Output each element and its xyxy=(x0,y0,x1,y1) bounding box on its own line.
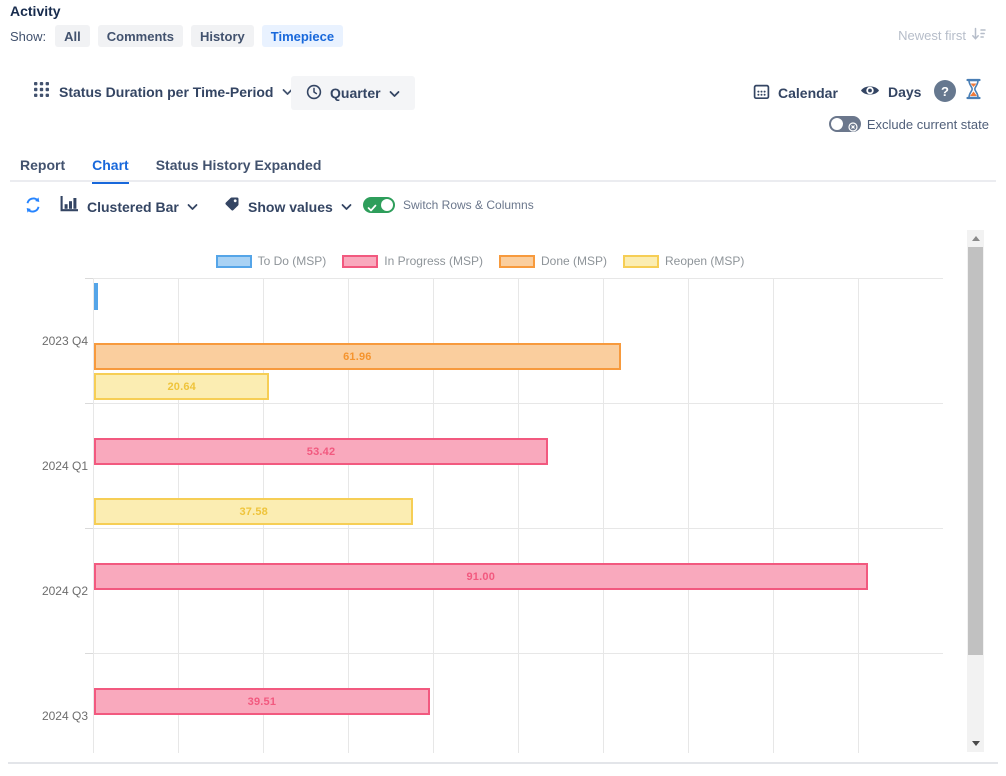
report-type-dropdown[interactable]: Status Duration per Time-Period xyxy=(33,81,293,103)
chart-controls: Clustered Bar Show values xyxy=(0,194,1006,220)
eye-icon xyxy=(860,83,880,101)
y-axis-label: 2024 Q1 xyxy=(28,459,88,473)
y-axis-label: 2023 Q4 xyxy=(28,334,88,348)
legend-label: Reopen (MSP) xyxy=(665,254,744,268)
cross-icon xyxy=(848,119,858,137)
exclude-current-state-label: Exclude current state xyxy=(867,117,989,132)
gridline-vertical xyxy=(688,278,689,753)
show-values-dropdown[interactable]: Show values xyxy=(224,196,352,217)
page-title: Activity xyxy=(10,3,61,19)
check-icon xyxy=(367,200,377,218)
bar-value-label: 53.42 xyxy=(307,446,336,458)
legend-swatch xyxy=(216,255,252,268)
sort-order-label: Newest first xyxy=(898,28,966,43)
bar-in-progress-msp-[interactable]: 53.42 xyxy=(94,438,548,465)
bar-to-do-msp-[interactable] xyxy=(94,283,98,310)
bar-chart-icon xyxy=(60,196,79,217)
filter-history-button[interactable]: History xyxy=(191,25,254,47)
gridline-horizontal xyxy=(93,278,943,279)
bar-value-label: 20.64 xyxy=(167,381,196,393)
chevron-down-icon xyxy=(341,198,352,216)
report-type-label: Status Duration per Time-Period xyxy=(59,84,273,100)
chart-type-dropdown[interactable]: Clustered Bar xyxy=(60,196,198,217)
scrollbar-thumb[interactable] xyxy=(968,247,983,655)
legend-item[interactable]: To Do (MSP) xyxy=(216,254,327,268)
bar-reopen-msp-[interactable]: 37.58 xyxy=(94,498,413,525)
bar-value-label: 61.96 xyxy=(343,351,372,363)
help-icon[interactable]: ? xyxy=(934,80,956,102)
gridline-horizontal xyxy=(93,653,943,654)
calendar-label: Calendar xyxy=(778,85,838,101)
exclude-current-state-control: Exclude current state xyxy=(829,116,989,132)
bar-value-label: 37.58 xyxy=(239,506,268,518)
bar-value-label: 91.00 xyxy=(466,571,495,583)
time-unit-label: Days xyxy=(888,84,921,100)
bar-in-progress-msp-[interactable]: 39.51 xyxy=(94,688,430,715)
axis-tick xyxy=(85,403,93,404)
period-dropdown[interactable]: Quarter xyxy=(291,76,415,110)
sort-order-control[interactable]: Newest first xyxy=(898,27,986,44)
activity-panel: Activity Show: All Comments History Time… xyxy=(0,0,1006,776)
filter-comments-button[interactable]: Comments xyxy=(98,25,183,47)
y-axis-label: 2024 Q3 xyxy=(28,709,88,723)
vertical-scrollbar[interactable] xyxy=(967,230,984,752)
chevron-down-icon xyxy=(187,198,198,216)
legend-item[interactable]: Done (MSP) xyxy=(499,254,607,268)
chevron-down-icon xyxy=(389,85,400,101)
legend-label: In Progress (MSP) xyxy=(384,254,483,268)
show-label: Show: xyxy=(10,29,46,44)
bar-in-progress-msp-[interactable]: 91.00 xyxy=(94,563,868,590)
legend-item[interactable]: Reopen (MSP) xyxy=(623,254,744,268)
axis-tick xyxy=(85,278,93,279)
switch-rows-columns-toggle[interactable] xyxy=(363,197,395,213)
gridline-vertical xyxy=(858,278,859,753)
bar-value-label: 39.51 xyxy=(248,696,277,708)
bar-done-msp-[interactable]: 61.96 xyxy=(94,343,621,370)
gridline-horizontal xyxy=(93,528,943,529)
clock-icon xyxy=(306,84,322,103)
panel-bottom-divider xyxy=(8,762,998,764)
y-axis-label: 2024 Q2 xyxy=(28,584,88,598)
tag-icon xyxy=(224,196,240,217)
axis-tick xyxy=(85,528,93,529)
filter-all-button[interactable]: All xyxy=(55,25,90,47)
time-unit-button[interactable]: Days xyxy=(860,83,921,101)
legend-label: To Do (MSP) xyxy=(258,254,327,268)
scroll-down-icon[interactable] xyxy=(967,735,984,752)
legend-swatch xyxy=(499,255,535,268)
legend-swatch xyxy=(342,255,378,268)
switch-rows-columns-label: Switch Rows & Columns xyxy=(403,198,534,212)
chart-legend: To Do (MSP) In Progress (MSP) Done (MSP) Re… xyxy=(0,254,960,268)
timepiece-toolbar: Status Duration per Time-Period Quarter xyxy=(0,76,1006,112)
hourglass-icon[interactable] xyxy=(964,78,983,103)
chart-type-label: Clustered Bar xyxy=(87,199,179,215)
legend-item[interactable]: In Progress (MSP) xyxy=(342,254,483,268)
activity-filter-bar: Show: All Comments History Timepiece xyxy=(10,25,351,47)
legend-swatch xyxy=(623,255,659,268)
sort-descending-icon xyxy=(971,27,986,44)
grid-icon xyxy=(33,81,50,103)
calendar-button[interactable]: Calendar xyxy=(753,83,838,103)
bar-reopen-msp-[interactable]: 20.64 xyxy=(94,373,269,400)
refresh-icon[interactable] xyxy=(24,196,42,217)
chart-plot-area: 61.96 20.64 53.42 37.58 91.00 39.51 xyxy=(93,278,943,753)
show-values-label: Show values xyxy=(248,199,333,215)
legend-label: Done (MSP) xyxy=(541,254,607,268)
scroll-up-icon[interactable] xyxy=(967,230,984,247)
calendar-icon xyxy=(753,83,770,103)
gridline-vertical xyxy=(773,278,774,753)
toggle-knob xyxy=(831,118,843,130)
gridline-horizontal xyxy=(93,403,943,404)
exclude-current-state-toggle[interactable] xyxy=(829,116,861,132)
toggle-knob xyxy=(381,199,393,211)
axis-tick xyxy=(85,653,93,654)
tabs-divider xyxy=(10,180,996,182)
switch-rows-columns-control: Switch Rows & Columns xyxy=(363,197,534,213)
filter-timepiece-button[interactable]: Timepiece xyxy=(262,25,343,47)
period-label: Quarter xyxy=(330,85,381,101)
